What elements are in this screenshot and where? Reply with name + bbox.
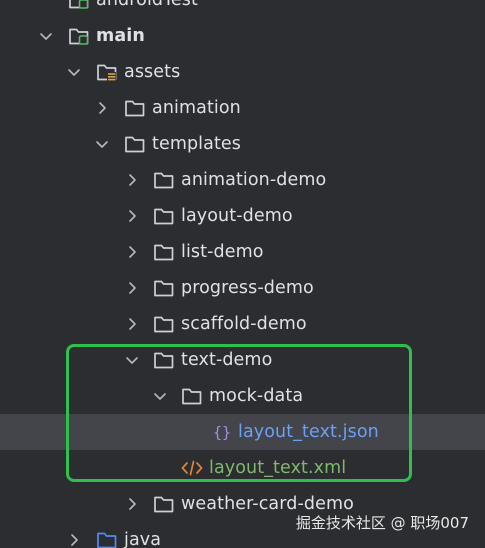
project-tree: androidTest main assets animation templates a… <box>0 0 485 548</box>
folder-icon <box>153 350 175 370</box>
folder-icon <box>153 314 175 334</box>
module-folder-icon <box>68 26 90 46</box>
tree-row[interactable]: animation-demo <box>0 162 485 198</box>
tree-item-label: mock-data <box>209 386 304 406</box>
tree-item-label: main <box>96 26 145 46</box>
folder-icon <box>153 494 175 514</box>
watermark: 掘金技术社区 @ 职场007 <box>295 514 469 532</box>
tree-item-label: androidTest <box>96 0 198 10</box>
chevron-down-icon[interactable] <box>66 64 82 80</box>
tree-item-label: java <box>124 530 162 548</box>
chevron-down-icon[interactable] <box>38 28 54 44</box>
tree-row[interactable]: animation <box>0 90 485 126</box>
tree-row[interactable]: scaffold-demo <box>0 306 485 342</box>
folder-icon <box>124 98 146 118</box>
tree-item-label: animation-demo <box>181 170 327 190</box>
tree-item-label: layout_text.json <box>238 422 379 442</box>
chevron-right-icon[interactable] <box>124 208 140 224</box>
tree-row[interactable]: androidTest <box>0 0 485 18</box>
folder-icon <box>153 242 175 262</box>
folder-icon <box>181 386 203 406</box>
tree-row[interactable]: assets <box>0 54 485 90</box>
chevron-down-icon[interactable] <box>152 388 168 404</box>
chevron-right-icon[interactable] <box>124 496 140 512</box>
tree-item-label: scaffold-demo <box>181 314 307 334</box>
chevron-right-icon[interactable] <box>94 100 110 116</box>
xml-file-icon <box>181 458 203 478</box>
chevron-right-icon[interactable] <box>124 280 140 296</box>
json-file-icon: {} <box>211 422 233 442</box>
tree-item-label: text-demo <box>181 350 273 370</box>
tree-item-label: list-demo <box>181 242 264 262</box>
chevron-right-icon[interactable] <box>124 244 140 260</box>
tree-item-label: progress-demo <box>181 278 314 298</box>
folder-icon <box>153 278 175 298</box>
module-folder-icon <box>68 0 90 10</box>
tree-row[interactable]: templates <box>0 126 485 162</box>
tree-item-label: layout-demo <box>181 206 293 226</box>
tree-row[interactable]: main <box>0 18 485 54</box>
chevron-down-icon[interactable] <box>124 352 140 368</box>
tree-row[interactable]: mock-data <box>0 378 485 414</box>
tree-row[interactable]: {} layout_text.json <box>0 414 485 450</box>
chevron-right-icon[interactable] <box>124 316 140 332</box>
tree-row[interactable]: progress-demo <box>0 270 485 306</box>
folder-icon <box>124 134 146 154</box>
chevron-right-icon[interactable] <box>124 172 140 188</box>
tree-item-label: animation <box>152 98 241 118</box>
folder-icon <box>153 170 175 190</box>
tree-row[interactable]: text-demo <box>0 342 485 378</box>
source-folder-icon <box>96 530 118 548</box>
tree-row[interactable]: layout-demo <box>0 198 485 234</box>
tree-row[interactable]: list-demo <box>0 234 485 270</box>
tree-row[interactable]: layout_text.xml <box>0 450 485 486</box>
tree-item-label: layout_text.xml <box>209 458 347 478</box>
svg-text:{}: {} <box>213 424 231 442</box>
folder-icon <box>153 206 175 226</box>
resources-folder-icon <box>96 62 118 82</box>
chevron-down-icon[interactable] <box>94 136 110 152</box>
tree-item-label: assets <box>124 62 181 82</box>
chevron-right-icon[interactable] <box>66 532 82 548</box>
tree-item-label: templates <box>152 134 242 154</box>
